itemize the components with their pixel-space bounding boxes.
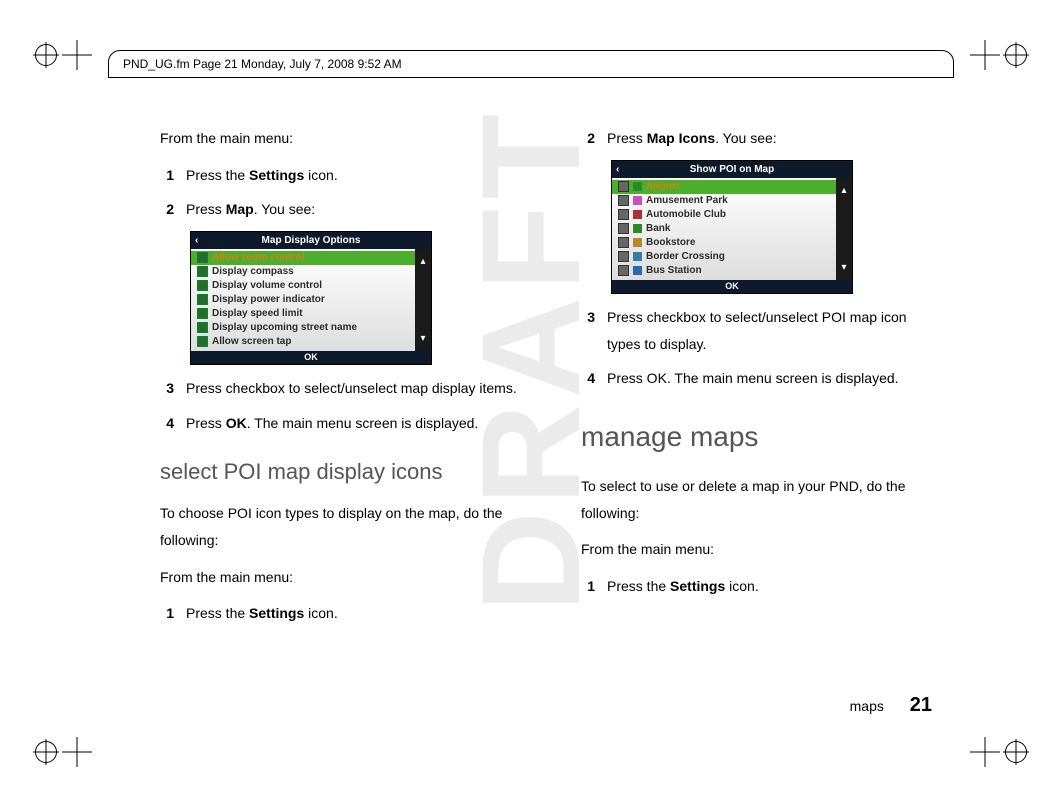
poi-icon — [633, 266, 642, 275]
ok-button: OK — [612, 280, 852, 294]
scroll-down-icon: ▾ — [420, 332, 425, 345]
list-item: Display compass — [191, 265, 415, 279]
crop-mark-bl — [30, 741, 92, 763]
screenshot-map-display-options: ‹ Map Display Options Allow zoom control… — [190, 231, 432, 366]
crop-mark-tr — [970, 44, 1032, 66]
list-item: Display power indicator — [191, 293, 415, 307]
screenshot-show-poi: ‹ Show POI on Map AirportAmusement ParkA… — [611, 160, 853, 295]
poi-icon — [633, 182, 642, 191]
left-column: From the main menu: 1 Press the Settings… — [160, 125, 521, 727]
checkbox-icon — [197, 336, 208, 347]
step: 3 Press checkbox to select/unselect POI … — [581, 304, 942, 357]
list-item-label: Amusement Park — [646, 194, 728, 207]
scroll-down-icon: ▾ — [841, 261, 846, 274]
checkbox-icon — [618, 223, 629, 234]
list-item: Bookstore — [612, 236, 836, 250]
crop-mark-tl — [30, 44, 92, 66]
back-icon: ‹ — [195, 234, 198, 247]
para: To select to use or delete a map in your… — [581, 473, 942, 526]
step: 2 Press Map Icons. You see: — [581, 125, 942, 152]
list-item: Bank — [612, 222, 836, 236]
checkbox-icon — [197, 294, 208, 305]
screenshot-title: Show POI on Map — [690, 164, 774, 175]
list-item-label: Border Crossing — [646, 250, 725, 263]
poi-icon — [633, 238, 642, 247]
step: 1 Press the Settings icon. — [581, 573, 942, 600]
list-item: Display upcoming street name — [191, 321, 415, 335]
list-item: Amusement Park — [612, 194, 836, 208]
checkbox-icon — [618, 251, 629, 262]
poi-icon — [633, 210, 642, 219]
step: 3 Press checkbox to select/unselect map … — [160, 375, 521, 402]
step: 1 Press the Settings icon. — [160, 162, 521, 189]
list-item-label: Bank — [646, 222, 670, 235]
list-item-label: Allow zoom control — [212, 251, 304, 264]
checkbox-icon — [618, 209, 629, 220]
back-icon: ‹ — [616, 163, 619, 176]
crop-mark-br — [970, 741, 1032, 763]
framemaker-line: PND_UG.fm Page 21 Monday, July 7, 2008 9… — [123, 57, 402, 71]
list-item: Airport — [612, 180, 836, 194]
list-item-label: Automobile Club — [646, 208, 726, 221]
checkbox-icon — [618, 265, 629, 276]
list-item-label: Airport — [646, 180, 679, 193]
list-item-label: Bookstore — [646, 236, 695, 249]
scroll-up-icon: ▴ — [841, 184, 846, 197]
scrollbar: ▴▾ — [836, 178, 852, 280]
poi-icon — [633, 252, 642, 261]
list-item-label: Bus Station — [646, 264, 702, 277]
options-list: Allow zoom controlDisplay compassDisplay… — [191, 249, 415, 351]
list-item: Allow zoom control — [191, 251, 415, 265]
list-item-label: Display volume control — [212, 279, 322, 292]
chapter-heading: manage maps — [581, 410, 942, 463]
list-item-label: Display speed limit — [212, 307, 303, 320]
poi-icon — [633, 196, 642, 205]
list-item: Display volume control — [191, 279, 415, 293]
step: 1 Press the Settings icon. — [160, 600, 521, 627]
step: 4 Press OK. The main menu screen is disp… — [160, 410, 521, 437]
right-column: 2 Press Map Icons. You see: ‹ Show POI o… — [581, 125, 942, 727]
list-item-label: Display upcoming street name — [212, 321, 357, 334]
list-item: Automobile Club — [612, 208, 836, 222]
checkbox-icon — [618, 237, 629, 248]
framemaker-header: PND_UG.fm Page 21 Monday, July 7, 2008 9… — [108, 50, 954, 78]
poi-icon — [633, 224, 642, 233]
section-heading: select POI map display icons — [160, 451, 521, 493]
list-item-label: Display power indicator — [212, 293, 325, 306]
intro-text: From the main menu: — [160, 125, 521, 152]
list-item-label: Display compass — [212, 265, 294, 278]
ok-button: OK — [191, 351, 431, 365]
checkbox-icon — [197, 308, 208, 319]
step: 4 Press OK. The main menu screen is disp… — [581, 365, 942, 392]
list-item: Display speed limit — [191, 307, 415, 321]
poi-list: AirportAmusement ParkAutomobile ClubBank… — [612, 178, 836, 280]
page-content: From the main menu: 1 Press the Settings… — [160, 125, 942, 727]
list-item: Bus Station — [612, 264, 836, 278]
checkbox-icon — [197, 266, 208, 277]
screenshot-title: Map Display Options — [262, 235, 361, 246]
para: To choose POI icon types to display on t… — [160, 500, 521, 553]
checkbox-icon — [618, 195, 629, 206]
intro-text: From the main menu: — [160, 564, 521, 591]
list-item-label: Allow screen tap — [212, 335, 291, 348]
checkbox-icon — [618, 181, 629, 192]
scroll-up-icon: ▴ — [420, 255, 425, 268]
list-item: Border Crossing — [612, 250, 836, 264]
checkbox-icon — [197, 280, 208, 291]
checkbox-icon — [197, 322, 208, 333]
list-item: Allow screen tap — [191, 335, 415, 349]
intro-text: From the main menu: — [581, 536, 942, 563]
step: 2 Press Map. You see: — [160, 196, 521, 223]
scrollbar: ▴▾ — [415, 249, 431, 351]
checkbox-icon — [197, 252, 208, 263]
